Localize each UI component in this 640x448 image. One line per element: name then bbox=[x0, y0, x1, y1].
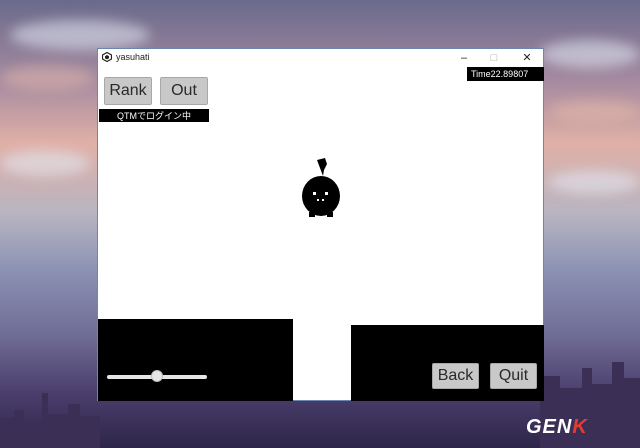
unity-icon bbox=[102, 52, 112, 62]
black-bird-sprite bbox=[302, 158, 340, 217]
cloud bbox=[540, 40, 640, 68]
back-button[interactable]: Back bbox=[432, 363, 479, 389]
cloud bbox=[0, 150, 90, 176]
close-button[interactable]: ✕ bbox=[512, 49, 542, 66]
cloud bbox=[548, 170, 640, 194]
maximize-button[interactable]: □ bbox=[479, 49, 509, 66]
cloud bbox=[0, 65, 95, 90]
quit-button[interactable]: Quit bbox=[490, 363, 537, 389]
ground-block bbox=[98, 319, 293, 401]
login-status: QTMでログイン中 bbox=[99, 109, 209, 122]
rank-button[interactable]: Rank bbox=[104, 77, 152, 105]
slider-handle[interactable] bbox=[151, 370, 163, 382]
watermark-text: GEN bbox=[526, 416, 573, 438]
out-button[interactable]: Out bbox=[160, 77, 208, 105]
cloud bbox=[10, 20, 150, 50]
watermark-accent: K bbox=[572, 416, 588, 438]
genk-watermark: GENK bbox=[526, 416, 588, 439]
cloud bbox=[550, 100, 640, 122]
window-title: yasuhati bbox=[116, 52, 150, 62]
title-bar[interactable]: yasuhati – □ ✕ bbox=[98, 49, 543, 66]
minimize-button[interactable]: – bbox=[449, 49, 479, 66]
timer-display: Time22.89807 bbox=[467, 67, 544, 81]
city-skyline bbox=[0, 358, 100, 448]
game-window: yasuhati – □ ✕ Rank Out QTMでログイン中 Time22… bbox=[97, 48, 544, 401]
